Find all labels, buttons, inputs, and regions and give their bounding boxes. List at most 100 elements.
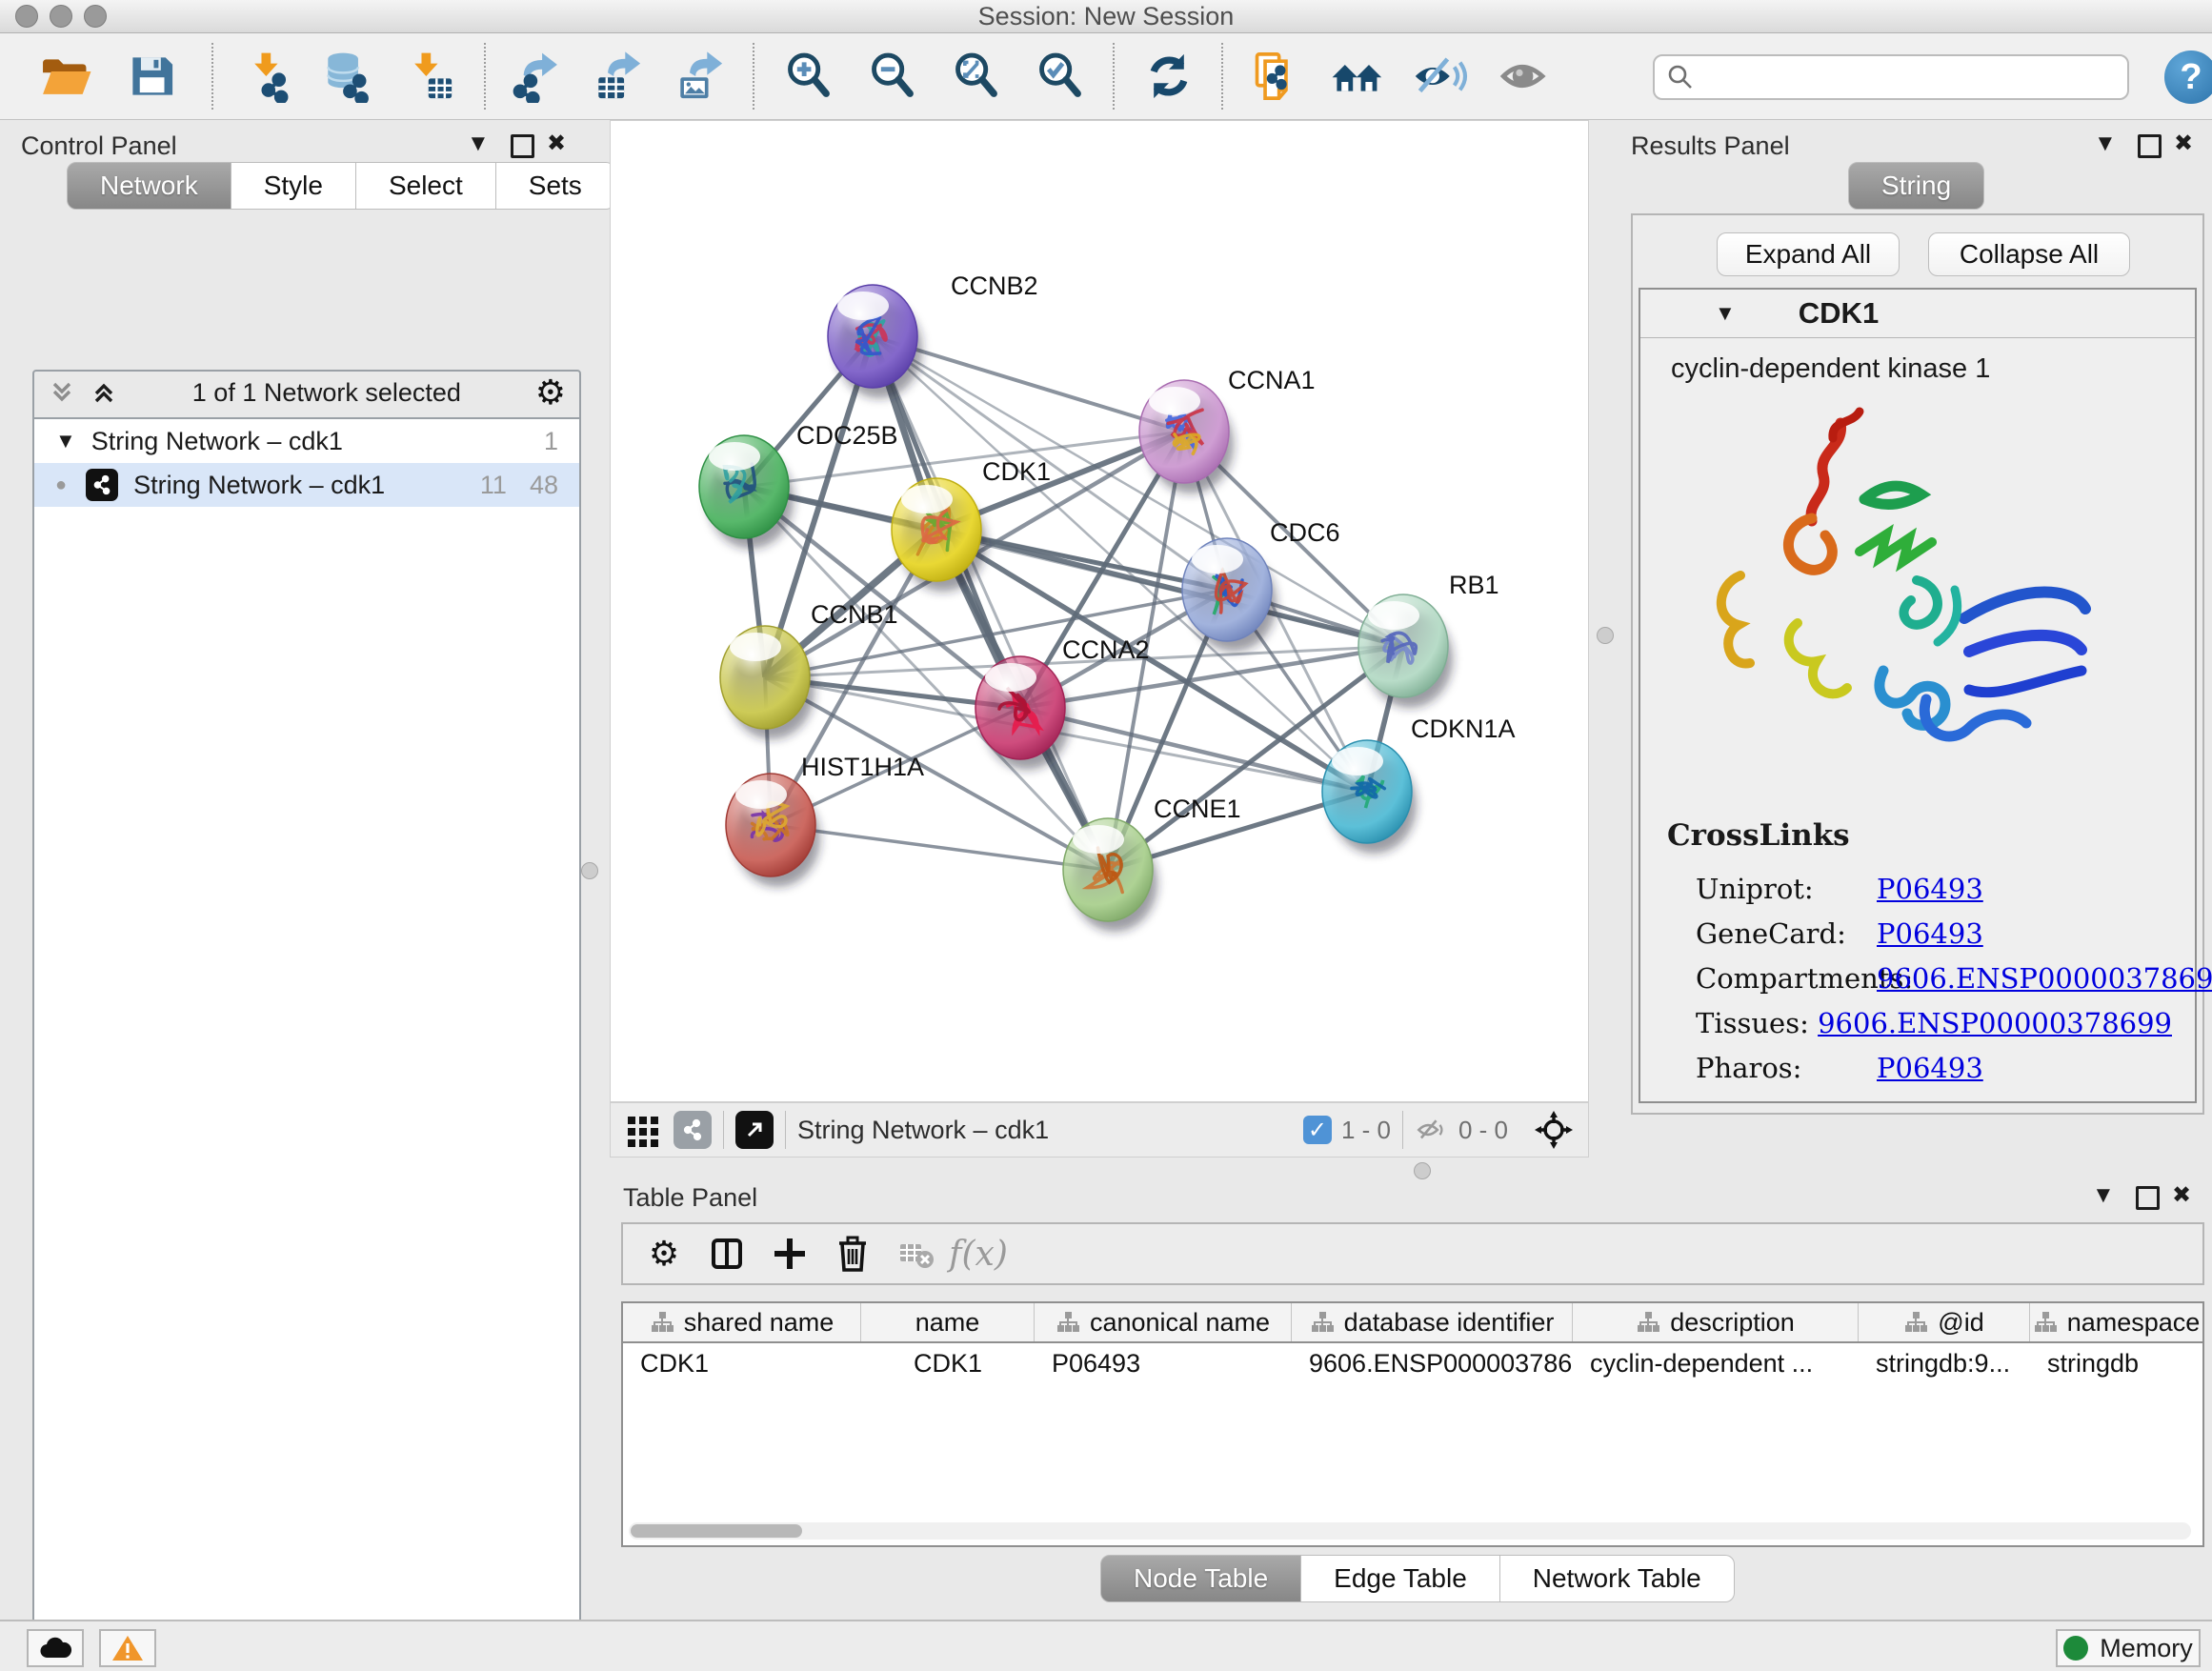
zoom-fit-button[interactable] — [947, 47, 1006, 106]
column-header[interactable]: canonical name — [1035, 1303, 1292, 1341]
add-column-button[interactable] — [758, 1229, 821, 1278]
expand-all-button[interactable]: Expand All — [1717, 232, 1900, 276]
window-close-button[interactable] — [15, 5, 38, 28]
birdseye-grid-icon[interactable] — [624, 1111, 662, 1149]
function-builder-button[interactable]: f(x) — [947, 1229, 1010, 1278]
table-options-gear-button[interactable]: ⚙ — [633, 1229, 695, 1278]
section-collapse-icon[interactable]: ▼ — [1715, 301, 1736, 326]
collapse-all-chevrons-icon[interactable] — [90, 378, 118, 407]
export-image-button[interactable] — [671, 47, 730, 106]
left-splitter-handle[interactable] — [581, 862, 598, 879]
refresh-layout-button[interactable] — [1139, 47, 1198, 106]
cdk1-section-header[interactable]: ▼ CDK1 — [1640, 290, 2195, 338]
edge-CCNB2-CCNE1[interactable] — [873, 336, 1108, 870]
results-panel-maximize-button[interactable] — [2138, 134, 2162, 163]
cloud-status-button[interactable] — [27, 1629, 84, 1667]
control-panel-close-button[interactable]: ✖ — [547, 131, 566, 156]
crosslink-value-link[interactable]: P06493 — [1877, 917, 1983, 950]
table-horizontal-scrollbar[interactable] — [629, 1522, 2191, 1540]
network-canvas[interactable]: CCNB2CCNA1CDC25BCDK1CDC6RB1CCNB1CCNA2CDK… — [610, 120, 1589, 1102]
network-collection-row[interactable]: ▼ String Network – cdk1 1 — [34, 419, 579, 463]
search-input[interactable] — [1695, 62, 2099, 93]
window-minimize-button[interactable] — [50, 5, 72, 28]
tab-node-table[interactable]: Node Table — [1100, 1555, 1301, 1602]
node-label-RB1: RB1 — [1449, 571, 1499, 599]
node-CDC6[interactable]: CDC6 — [1182, 518, 1340, 652]
scrollbar-thumb[interactable] — [631, 1524, 802, 1538]
table-panel-close-button[interactable]: ✖ — [2172, 1183, 2191, 1208]
export-network-button[interactable] — [507, 47, 566, 106]
save-session-button[interactable] — [122, 47, 181, 106]
column-header[interactable]: database identifier — [1292, 1303, 1573, 1341]
help-glyph: ? — [2180, 57, 2202, 98]
results-panel-close-button[interactable]: ✖ — [2174, 131, 2193, 156]
crosslink-value-link[interactable]: P06493 — [1877, 1052, 1983, 1084]
warnings-button[interactable] — [99, 1629, 156, 1667]
window-zoom-button[interactable] — [84, 5, 107, 28]
toolbar-separator — [1113, 43, 1115, 110]
open-in-window-icon[interactable] — [735, 1111, 774, 1149]
table-panel-maximize-button[interactable] — [2136, 1186, 2160, 1215]
control-panel-float-button[interactable]: ▼ — [467, 131, 490, 156]
delete-column-button[interactable] — [821, 1229, 884, 1278]
tab-sets[interactable]: Sets — [496, 162, 615, 210]
node-label-CCNB2: CCNB2 — [951, 272, 1038, 300]
bottom-splitter-handle[interactable] — [1414, 1162, 1431, 1179]
tab-style[interactable]: Style — [231, 162, 356, 210]
network-options-gear-button[interactable]: ⚙ — [535, 375, 566, 410]
column-header[interactable]: description — [1573, 1303, 1859, 1341]
column-header[interactable]: @id — [1859, 1303, 2030, 1341]
tree-expand-icon[interactable]: ▼ — [55, 429, 76, 453]
import-network-database-button[interactable] — [318, 47, 377, 106]
zoom-selected-button[interactable] — [1031, 47, 1090, 106]
home-button[interactable] — [1328, 47, 1387, 106]
toolbar-separator — [753, 43, 754, 110]
zoom-in-button[interactable] — [779, 47, 838, 106]
node-CDKN1A[interactable]: CDKN1A — [1322, 715, 1516, 854]
tab-select[interactable]: Select — [356, 162, 496, 210]
expand-all-chevrons-icon[interactable] — [48, 378, 76, 407]
hide-panel-button[interactable] — [1410, 47, 1469, 106]
tab-string[interactable]: String — [1848, 162, 1984, 210]
control-panel-maximize-button[interactable] — [511, 134, 534, 163]
memory-button[interactable]: Memory — [2056, 1629, 2201, 1667]
selected-nodes-checkbox[interactable]: ✓ — [1303, 1116, 1332, 1144]
node-HIST1H1A[interactable]: HIST1H1A — [726, 753, 924, 887]
crosslink-value-link[interactable]: 9606.ENSP00000378699 — [1877, 962, 2212, 995]
edge-HIST1H1A-CCNE1[interactable] — [771, 825, 1108, 870]
node-RB1[interactable]: RB1 — [1358, 571, 1499, 708]
results-panel-float-button[interactable]: ▼ — [2094, 131, 2117, 156]
clone-network-button[interactable] — [1246, 47, 1305, 106]
column-header[interactable]: shared name — [623, 1303, 861, 1341]
zoom-out-button[interactable] — [863, 47, 922, 106]
import-network-file-button[interactable] — [240, 47, 299, 106]
node-CCNE1[interactable]: CCNE1 — [1063, 795, 1241, 932]
import-table-button[interactable] — [400, 47, 459, 106]
network-column-icon — [2033, 1310, 2058, 1335]
delete-table-button[interactable] — [884, 1229, 947, 1278]
node-CCNB1[interactable]: CCNB1 — [720, 600, 898, 739]
table-panel-float-button[interactable]: ▼ — [2092, 1183, 2115, 1208]
network-share-icon[interactable] — [674, 1111, 712, 1149]
hidden-eye-slash-icon[interactable] — [1415, 1116, 1449, 1144]
right-splitter-handle[interactable] — [1597, 627, 1614, 644]
crosslink-value-link[interactable]: P06493 — [1877, 873, 1983, 905]
tab-edge-table[interactable]: Edge Table — [1301, 1555, 1500, 1602]
help-button[interactable]: ? — [2164, 50, 2212, 104]
collapse-all-button[interactable]: Collapse All — [1928, 232, 2130, 276]
open-file-button[interactable] — [36, 47, 95, 106]
tab-network[interactable]: Network — [67, 162, 231, 210]
show-columns-button[interactable] — [695, 1229, 758, 1278]
edge-CCNA2-CDKN1A[interactable] — [1020, 708, 1367, 792]
network-row[interactable]: ● String Network – cdk1 11 48 — [34, 463, 579, 507]
tab-network-table[interactable]: Network Table — [1500, 1555, 1735, 1602]
column-header[interactable]: namespace — [2030, 1303, 2202, 1341]
export-table-button[interactable] — [589, 47, 648, 106]
refresh-icon — [1142, 50, 1196, 103]
show-panel-button[interactable] — [1496, 47, 1555, 106]
crosslink-value-link[interactable]: 9606.ENSP00000378699 — [1818, 1007, 2172, 1039]
column-header[interactable]: name — [861, 1303, 1035, 1341]
viewbar-separator — [1402, 1111, 1403, 1149]
table-row[interactable]: CDK1 CDK1 P06493 9606.ENSP00000378699 cy… — [623, 1343, 2202, 1383]
crosshair-icon[interactable] — [1533, 1109, 1575, 1151]
